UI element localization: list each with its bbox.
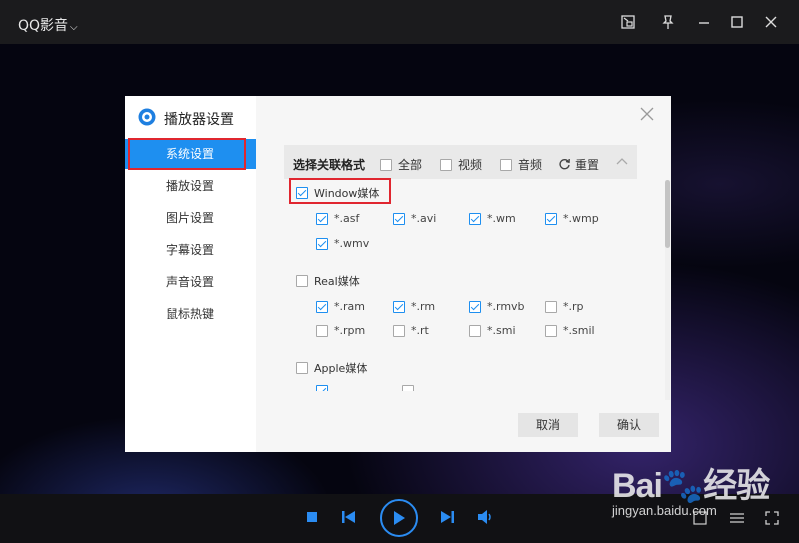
format-ram-label: *.ram bbox=[334, 300, 365, 313]
dialog-close-icon[interactable] bbox=[639, 106, 659, 126]
next-icon[interactable] bbox=[438, 509, 456, 525]
maximize-icon[interactable] bbox=[725, 10, 749, 34]
format-header: 选择关联格式 全部 视频 音频 重置 bbox=[284, 145, 637, 179]
group-apple-media-checkbox[interactable] bbox=[296, 362, 308, 374]
format-smi[interactable]: *.smi bbox=[469, 324, 516, 337]
cancel-button[interactable]: 取消 bbox=[518, 413, 578, 437]
format-asf-label: *.asf bbox=[334, 212, 360, 225]
format-rmvb-label: *.rmvb bbox=[487, 300, 525, 313]
format-rt-checkbox[interactable] bbox=[393, 324, 405, 337]
format-asf[interactable]: *.asf bbox=[316, 212, 359, 225]
sidebar-item-image[interactable]: 图片设置 bbox=[125, 203, 256, 233]
highlight-box-system bbox=[128, 138, 246, 170]
select-all-label: 全部 bbox=[398, 158, 423, 172]
format-wmv[interactable]: *.wmv bbox=[316, 237, 369, 250]
format-wmv-checkbox[interactable] bbox=[316, 237, 328, 250]
format-avi-label: *.avi bbox=[411, 212, 437, 225]
format-asf-checkbox[interactable] bbox=[316, 212, 328, 225]
reset-button[interactable]: 重置 bbox=[558, 156, 599, 173]
group-real-media[interactable]: Real媒体 bbox=[296, 273, 360, 289]
format-smi-checkbox[interactable] bbox=[469, 324, 481, 337]
sidebar-item-subtitle[interactable]: 字幕设置 bbox=[125, 235, 256, 265]
format-avi-checkbox[interactable] bbox=[393, 212, 405, 225]
select-all-checkbox[interactable] bbox=[380, 158, 392, 171]
format-smi-label: *.smi bbox=[487, 324, 516, 337]
format-ram[interactable]: *.ram bbox=[316, 300, 365, 313]
close-icon[interactable] bbox=[759, 10, 783, 34]
watermark: Bai🐾经验 jingyan.baidu.com bbox=[612, 458, 770, 518]
format-rp[interactable]: *.rp bbox=[545, 300, 584, 313]
format-wm-checkbox[interactable] bbox=[469, 212, 481, 225]
select-video-checkbox[interactable] bbox=[440, 158, 452, 171]
format-rmvb[interactable]: *.rmvb bbox=[469, 300, 525, 313]
dialog-title: 播放器设置 bbox=[164, 112, 234, 128]
reset-label: 重置 bbox=[575, 158, 600, 172]
format-wm[interactable]: *.wm bbox=[469, 212, 516, 225]
minimize-icon[interactable] bbox=[692, 10, 716, 34]
format-wm-label: *.wm bbox=[487, 212, 516, 225]
format-rpm[interactable]: *.rpm bbox=[316, 324, 365, 337]
collapse-icon[interactable] bbox=[616, 157, 628, 165]
title-bar: QQ影音 ⌵ bbox=[0, 0, 799, 44]
format-rp-label: *.rp bbox=[563, 300, 584, 313]
format-rm-label: *.rm bbox=[411, 300, 436, 313]
format-avi[interactable]: *.avi bbox=[393, 212, 436, 225]
app-title: QQ影音 bbox=[18, 18, 69, 34]
watermark-logo: Bai🐾经验 bbox=[612, 467, 770, 505]
format-smil-checkbox[interactable] bbox=[545, 324, 557, 337]
chevron-down-icon: ⌵ bbox=[70, 22, 78, 33]
sidebar-item-hotkeys[interactable]: 鼠标热键 bbox=[125, 299, 256, 329]
group-apple-media-label: Apple媒体 bbox=[314, 362, 368, 375]
format-rt-label: *.rt bbox=[411, 324, 429, 337]
settings-dialog: 播放器设置 系统设置 播放设置 图片设置 字幕设置 声音设置 鼠标热键 选择关联… bbox=[125, 96, 671, 452]
select-audio-checkbox[interactable] bbox=[500, 158, 512, 171]
confirm-button[interactable]: 确认 bbox=[599, 413, 659, 437]
format-rmvb-checkbox[interactable] bbox=[469, 300, 481, 313]
volume-icon[interactable] bbox=[476, 508, 496, 526]
select-audio-option[interactable]: 音频 bbox=[500, 156, 542, 173]
format-rm[interactable]: *.rm bbox=[393, 300, 435, 313]
select-audio-label: 音频 bbox=[518, 158, 543, 172]
app-menu-button[interactable]: QQ影音 ⌵ bbox=[18, 15, 78, 35]
format-rpm-label: *.rpm bbox=[334, 324, 366, 337]
group-real-media-checkbox[interactable] bbox=[296, 275, 308, 287]
pin-icon[interactable] bbox=[656, 10, 680, 34]
format-wmp[interactable]: *.wmp bbox=[545, 212, 599, 225]
format-ram-checkbox[interactable] bbox=[316, 300, 328, 313]
format-smil-label: *.smil bbox=[563, 324, 595, 337]
sidebar-item-audio[interactable]: 声音设置 bbox=[125, 267, 256, 297]
format-association-panel: 选择关联格式 全部 视频 音频 重置 Window媒体 *.asf *.avi … bbox=[284, 145, 637, 391]
highlight-box-window-media bbox=[289, 178, 391, 204]
format-wmp-label: *.wmp bbox=[563, 212, 599, 225]
select-video-label: 视频 bbox=[458, 158, 483, 172]
format-rm-checkbox[interactable] bbox=[393, 300, 405, 313]
select-video-option[interactable]: 视频 bbox=[440, 156, 482, 173]
format-rp-checkbox[interactable] bbox=[545, 300, 557, 313]
partial-checkbox[interactable] bbox=[402, 385, 414, 391]
stop-icon[interactable] bbox=[304, 509, 320, 525]
mini-mode-icon[interactable] bbox=[616, 10, 640, 34]
previous-icon[interactable] bbox=[340, 509, 358, 525]
refresh-icon bbox=[559, 158, 570, 170]
format-rt[interactable]: *.rt bbox=[393, 324, 429, 337]
qq-player-logo-icon bbox=[138, 108, 156, 126]
format-wmp-checkbox[interactable] bbox=[545, 212, 557, 225]
format-wmv-label: *.wmv bbox=[334, 237, 370, 250]
select-all-option[interactable]: 全部 bbox=[380, 156, 422, 173]
group-apple-media[interactable]: Apple媒体 bbox=[296, 360, 367, 376]
scrollbar-thumb[interactable] bbox=[665, 180, 670, 248]
sidebar-item-playback[interactable]: 播放设置 bbox=[125, 171, 256, 201]
settings-sidebar: 播放器设置 系统设置 播放设置 图片设置 字幕设置 声音设置 鼠标热键 bbox=[125, 96, 256, 452]
partial-format-row bbox=[316, 385, 414, 391]
format-rpm-checkbox[interactable] bbox=[316, 324, 328, 337]
format-section-label: 选择关联格式 bbox=[293, 158, 366, 172]
play-icon bbox=[394, 511, 405, 525]
format-smil[interactable]: *.smil bbox=[545, 324, 595, 337]
group-real-media-label: Real媒体 bbox=[314, 275, 360, 288]
play-button[interactable] bbox=[380, 499, 418, 537]
partial-checkbox[interactable] bbox=[316, 385, 328, 391]
